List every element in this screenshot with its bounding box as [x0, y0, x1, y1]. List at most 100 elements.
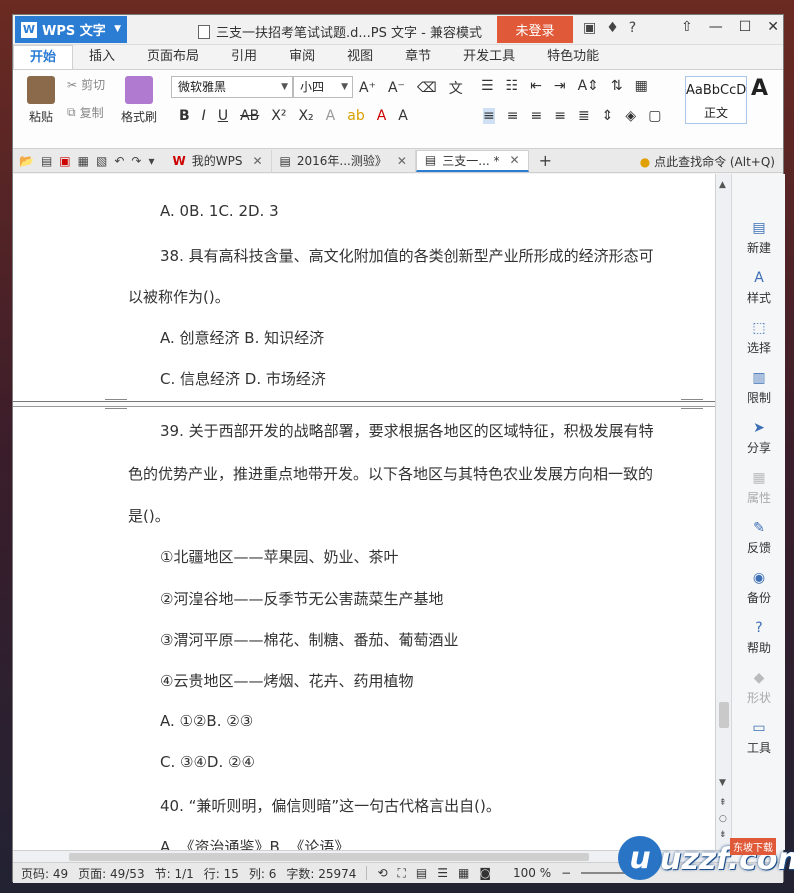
side-shapes-button[interactable]: ◆ 形状: [732, 670, 786, 706]
shading-icon[interactable]: ◈: [625, 108, 636, 124]
split-handle-right[interactable]: [681, 399, 703, 409]
skin-icon[interactable]: ▣: [583, 20, 596, 36]
superscript-icon[interactable]: X²: [271, 108, 286, 124]
side-select-button[interactable]: ⬚ 选择: [732, 320, 786, 356]
redo-icon[interactable]: ↷: [131, 154, 141, 168]
status-word-count[interactable]: 字数: 25974: [286, 865, 356, 882]
font-color-icon[interactable]: A: [377, 108, 387, 124]
revision-icon[interactable]: ⟲: [377, 866, 387, 880]
side-style-button[interactable]: A 样式: [732, 270, 786, 306]
tab-view[interactable]: 视图: [331, 45, 389, 69]
new-tab-icon[interactable]: +: [529, 151, 562, 170]
customize-icon[interactable]: ▾: [148, 154, 154, 168]
numbered-list-icon[interactable]: ☷: [506, 78, 519, 94]
doc-tab-current[interactable]: ▤ 三支一... * ✕: [415, 149, 529, 172]
scroll-down-icon[interactable]: ▼: [719, 778, 726, 788]
pdf-icon[interactable]: ▣: [59, 154, 70, 168]
italic-icon[interactable]: I: [202, 108, 206, 124]
shirt-icon[interactable]: ♦: [606, 20, 619, 36]
save-icon[interactable]: ▤: [41, 154, 52, 168]
doc-tab-my-wps[interactable]: W 我的WPS ✕: [164, 149, 272, 172]
tab-home[interactable]: 开始: [13, 45, 74, 69]
wps-app-menu-button[interactable]: W WPS 文字 ▼: [15, 16, 127, 43]
subscript-icon[interactable]: X₂: [298, 108, 313, 124]
tab-references[interactable]: 引用: [215, 45, 273, 69]
shrink-font-icon[interactable]: A⁻: [388, 80, 405, 96]
browse-object-icon[interactable]: ○: [719, 814, 727, 824]
font-size-select[interactable]: 小四 ▼: [293, 76, 353, 98]
increase-indent-icon[interactable]: ⇥: [554, 78, 566, 94]
border-icon[interactable]: ▢: [648, 108, 661, 124]
side-tools-button[interactable]: ▭ 工具: [732, 720, 786, 756]
tab-review[interactable]: 审阅: [273, 45, 331, 69]
side-restrict-button[interactable]: ▥ 限制: [732, 370, 786, 406]
zoom-out-icon[interactable]: −: [561, 866, 571, 880]
close-icon[interactable]: ✕: [252, 154, 262, 168]
outline-view-icon[interactable]: ☰: [437, 866, 448, 880]
document-area[interactable]: A. 0B. 1C. 2D. 3 38. 具有高科技含量、高文化附加值的各类创新…: [13, 174, 715, 850]
underline-icon[interactable]: U: [218, 108, 228, 124]
login-button[interactable]: 未登录: [497, 16, 573, 43]
char-spacing-icon[interactable]: A⇕: [578, 78, 599, 94]
table-icon[interactable]: ▦: [635, 78, 648, 94]
help-question-icon[interactable]: ?: [629, 20, 636, 36]
tab-developer[interactable]: 开发工具: [447, 45, 531, 69]
copy-button[interactable]: ⧉ 复制: [67, 104, 104, 121]
status-page[interactable]: 页面: 49/53: [78, 865, 144, 882]
bullet-list-icon[interactable]: ☰: [481, 78, 494, 94]
grow-font-icon[interactable]: A⁺: [359, 80, 376, 96]
command-search[interactable]: ● 点此查找命令 (Alt+Q): [640, 153, 775, 170]
page-split-divider[interactable]: [13, 399, 715, 409]
strikethrough-icon[interactable]: AB: [240, 108, 259, 124]
side-new-button[interactable]: ▤ 新建: [732, 220, 786, 256]
print-icon[interactable]: ▦: [78, 154, 89, 168]
fullscreen-icon[interactable]: ⛶: [398, 866, 406, 881]
tab-insert[interactable]: 插入: [73, 45, 131, 69]
side-feedback-button[interactable]: ✎ 反馈: [732, 520, 786, 556]
vertical-scrollbar[interactable]: ▲ ▼ ⇞ ○ ⇟: [715, 174, 731, 850]
align-center-icon[interactable]: ≡: [507, 108, 519, 124]
justify-icon[interactable]: ≡: [554, 108, 566, 124]
hscroll-thumb[interactable]: [69, 853, 589, 861]
tab-features[interactable]: 特色功能: [531, 45, 615, 69]
close-icon[interactable]: ✕: [397, 154, 407, 168]
highlight-icon[interactable]: ab: [347, 108, 364, 124]
style-normal[interactable]: AaBbCcD 正文: [685, 76, 747, 124]
zoom-level[interactable]: 100 %: [513, 866, 551, 880]
distributed-icon[interactable]: ≣: [578, 108, 590, 124]
doc-tab-2016[interactable]: ▤ 2016年...测验》 ✕: [272, 149, 416, 172]
align-right-icon[interactable]: ≡: [530, 108, 542, 124]
print-preview-icon[interactable]: ▧: [96, 154, 107, 168]
restore-view-icon[interactable]: ⇧: [681, 19, 693, 35]
bold-icon[interactable]: B: [179, 108, 190, 124]
line-spacing-icon[interactable]: ⇕: [602, 108, 614, 124]
split-handle-left[interactable]: [105, 399, 127, 409]
close-icon[interactable]: ✕: [510, 153, 520, 167]
paste-button[interactable]: 粘贴: [19, 76, 63, 125]
sort-icon[interactable]: ⇅: [611, 78, 623, 94]
maximize-icon[interactable]: ☐: [739, 19, 752, 35]
side-help-button[interactable]: ? 帮助: [732, 620, 786, 656]
page-view-icon[interactable]: ▤: [416, 866, 427, 880]
tab-chapter[interactable]: 章节: [389, 45, 447, 69]
decrease-indent-icon[interactable]: ⇤: [530, 78, 542, 94]
char-shading-icon[interactable]: A: [398, 108, 408, 124]
minimize-icon[interactable]: —: [709, 19, 723, 35]
open-folder-icon[interactable]: 📂: [19, 154, 34, 168]
cut-button[interactable]: ✂ 剪切: [67, 76, 105, 93]
format-painter-button[interactable]: 格式刷: [117, 76, 161, 125]
prev-page-icon[interactable]: ⇞: [719, 798, 727, 808]
undo-icon[interactable]: ↶: [114, 154, 124, 168]
scroll-thumb[interactable]: [719, 702, 729, 728]
pinyin-icon[interactable]: 文: [449, 78, 463, 98]
scroll-up-icon[interactable]: ▲: [719, 180, 726, 190]
side-properties-button[interactable]: ▦ 属性: [732, 470, 786, 506]
align-left-icon[interactable]: ≡: [483, 108, 495, 124]
side-share-button[interactable]: ➤ 分享: [732, 420, 786, 456]
style-heading[interactable]: A: [751, 76, 785, 124]
clear-format-icon[interactable]: ⌫: [417, 80, 437, 96]
reading-mode-icon[interactable]: ◙: [479, 866, 491, 880]
font-name-select[interactable]: 微软雅黑 ▼: [171, 76, 293, 98]
tab-page-layout[interactable]: 页面布局: [131, 45, 215, 69]
side-backup-button[interactable]: ◉ 备份: [732, 570, 786, 606]
